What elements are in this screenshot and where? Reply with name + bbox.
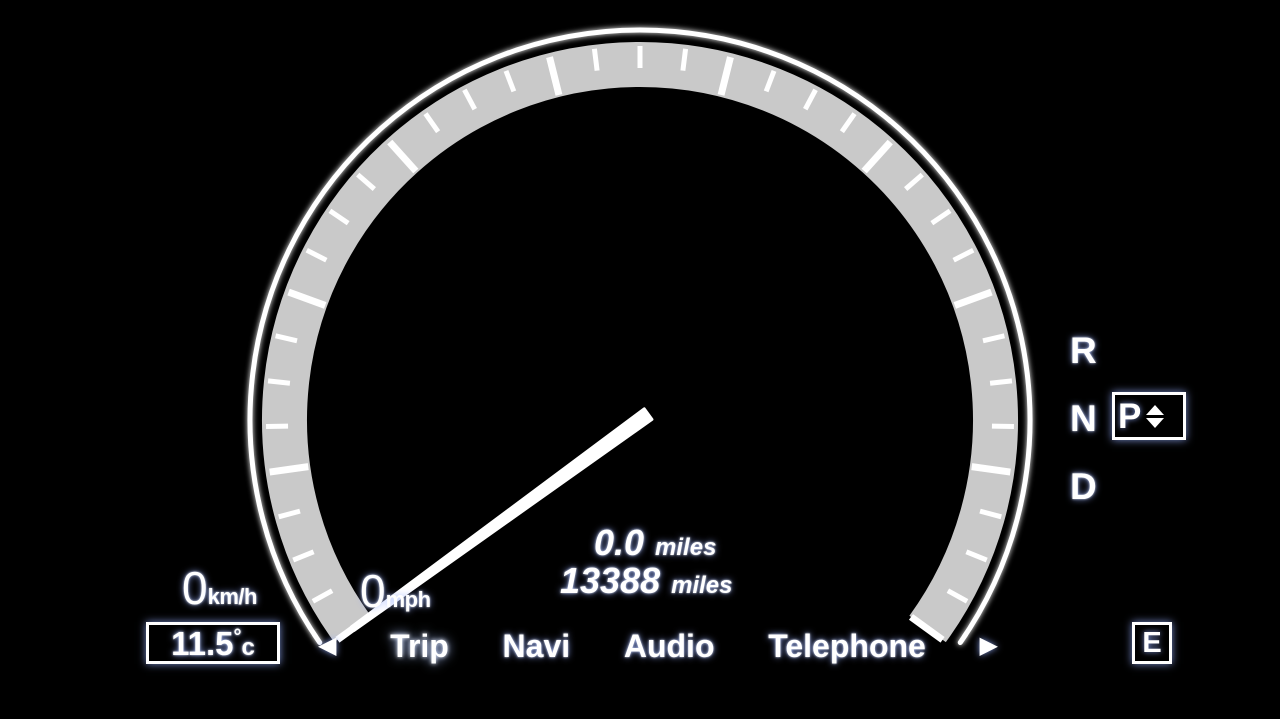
odometer-units: miles (671, 571, 733, 599)
menu-item-navi[interactable]: Navi (503, 628, 571, 665)
trip-value: 0.0 (594, 522, 645, 563)
gear-up-arrow-icon (1146, 404, 1165, 415)
gear-position-r: R (1070, 330, 1097, 371)
temperature-text: 11.5°c (171, 627, 255, 660)
outside-temperature-display: 11.5°c (146, 622, 280, 664)
instrument-cluster: 0km/h 0mph 0.0 miles 13388 miles 11.5°c … (0, 0, 1280, 719)
gear-position-d: D (1070, 466, 1097, 507)
trip-odometer-block: 0.0 miles 13388 miles (560, 524, 860, 600)
menu-left-arrow-icon[interactable]: ◀ (318, 634, 336, 658)
speed-kmh-value: 0 (182, 562, 208, 614)
speed-mph-readout: 0mph (360, 568, 431, 614)
menu-item-audio[interactable]: Audio (624, 628, 715, 665)
gear-position-n: N (1070, 398, 1097, 439)
degree-symbol: ° (233, 625, 242, 648)
odometer-value: 13388 (560, 559, 661, 601)
current-gear-indicator: P (1112, 392, 1186, 440)
gear-selector: R N D P (1064, 330, 1204, 520)
current-gear-letter: P (1118, 396, 1142, 436)
menu-bar[interactable]: ◀ Trip Navi Audio Telephone ▶ (318, 620, 998, 672)
menu-item-trip[interactable]: Trip (390, 628, 449, 665)
speed-mph-value: 0 (360, 565, 386, 617)
speed-mph-unit: mph (385, 587, 431, 612)
temperature-unit: c (241, 633, 255, 661)
speed-kmh-unit: km/h (207, 584, 258, 609)
temperature-value: 11.5 (171, 624, 234, 662)
speed-kmh-readout: 0km/h (182, 565, 257, 611)
trip-meter-row: 0.0 miles (560, 524, 860, 562)
trip-units: miles (655, 534, 717, 561)
eco-letter: E (1142, 626, 1162, 659)
odometer-row: 13388 miles (560, 559, 860, 601)
menu-right-arrow-icon[interactable]: ▶ (980, 634, 998, 658)
gear-shift-arrows (1146, 404, 1165, 428)
eco-mode-indicator: E (1132, 622, 1172, 664)
gear-down-arrow-icon (1146, 417, 1165, 428)
menu-item-telephone[interactable]: Telephone (768, 628, 926, 665)
